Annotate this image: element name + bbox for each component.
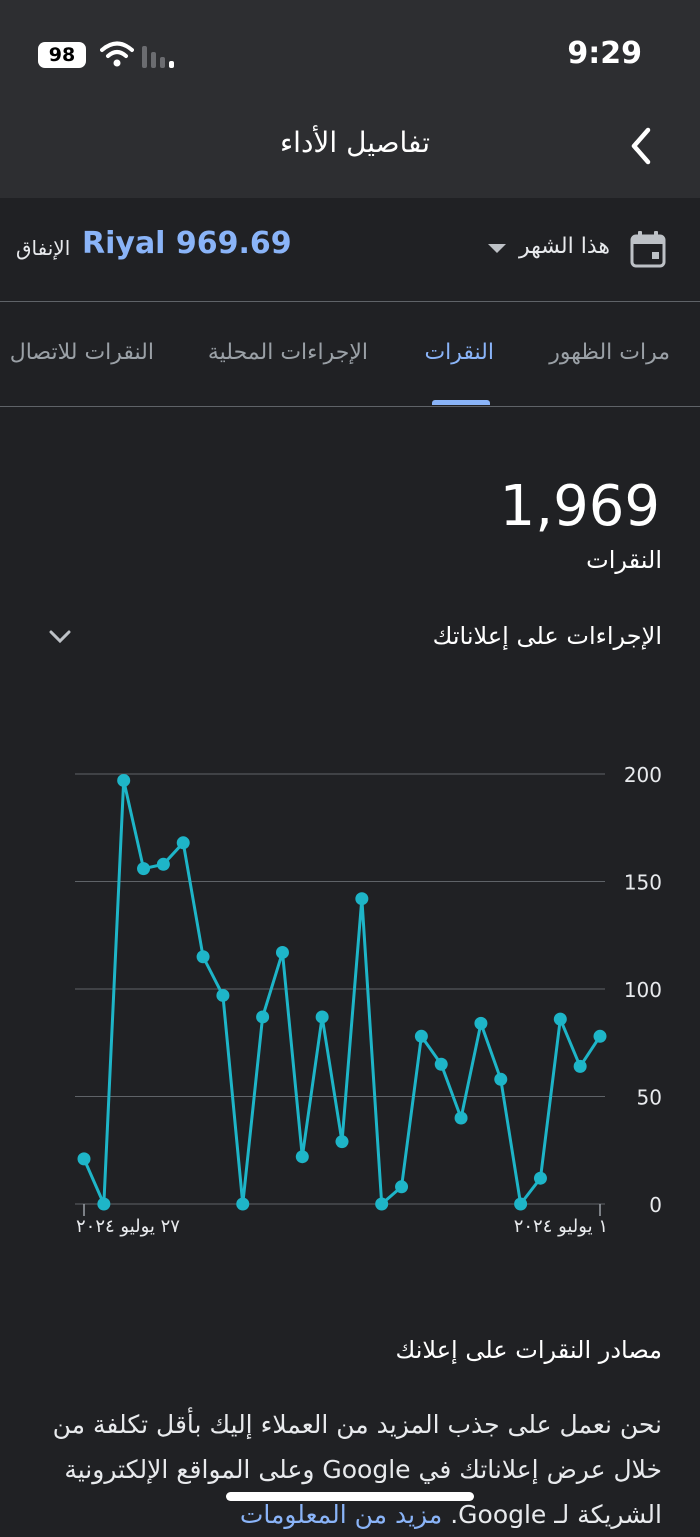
data-point [77,1152,91,1166]
data-point [395,1180,409,1194]
y-tick-label: 200 [624,763,662,787]
x-tick-label-start: ١ يوليو ٢٠٢٤ [514,1216,608,1237]
battery-icon: 98 [38,42,86,68]
page-title: تفاصيل الأداء [280,126,430,159]
clicks-total: 1,969 [499,474,660,539]
data-point [533,1171,547,1185]
sources-description: نحن نعمل على جذب المزيد من العملاء إليك … [42,1402,662,1537]
spend-value: Riyal 969.69 [82,226,292,261]
clicks-line-chart: 0 50 100 150 200 ١ يوليو ٢٠٢٤ ٢٧ يوليو ٢٠٢٤ [75,763,662,1237]
data-point [137,862,151,876]
tab-calls[interactable]: النقرات للاتصال [10,340,154,365]
chevron-left-icon[interactable] [624,126,660,166]
y-tick-label: 0 [649,1193,662,1217]
data-point [117,773,131,787]
y-tick-label: 100 [624,978,662,1002]
data-point [97,1197,111,1211]
data-point [295,1150,309,1164]
sources-title: مصادر النقرات على إعلانك [395,1336,663,1364]
active-tab-indicator [432,400,490,405]
filter-row: الإنفاق Riyal 969.69 هذا الشهر [0,198,700,302]
dropdown-arrow-icon[interactable] [488,244,506,253]
metric-tabs: مرات الظهور النقرات الإجراءات المحلية ال… [0,302,700,407]
data-point [573,1059,587,1073]
data-point [176,836,190,850]
tab-clicks[interactable]: النقرات [424,340,494,365]
calendar-icon[interactable] [630,230,666,268]
home-indicator [226,1492,474,1501]
data-point [375,1197,389,1211]
learn-more-link[interactable]: مزيد من المعلومات [240,1500,442,1529]
data-point [494,1072,508,1086]
y-tick-label: 50 [637,1086,662,1110]
chevron-down-icon[interactable] [48,628,72,646]
data-point [196,950,210,964]
period-selector[interactable]: هذا الشهر [519,234,610,259]
wifi-icon [100,41,134,67]
data-point [434,1057,448,1071]
data-point [414,1029,428,1043]
data-point [216,988,230,1002]
clicks-label: النقرات [586,546,662,574]
actions-section-label[interactable]: الإجراءات على إعلاناتك [433,622,662,650]
data-point [355,892,369,906]
spend-label: الإنفاق [16,236,71,260]
data-point [454,1111,468,1125]
status-time: 9:29 [567,36,642,71]
data-point [593,1029,607,1043]
y-tick-label: 150 [624,871,662,895]
data-point [156,857,170,871]
data-point [553,1012,567,1026]
data-point [256,1010,270,1024]
data-point [275,945,289,959]
top-bar: 98 9:29 تفاصيل الأداء [0,0,700,198]
data-point [315,1010,329,1024]
data-point [474,1016,488,1030]
x-tick-label-end: ٢٧ يوليو ٢٠٢٤ [76,1216,180,1237]
data-point [514,1197,528,1211]
data-point [236,1197,250,1211]
data-point [335,1135,349,1149]
tab-impressions[interactable]: مرات الظهور [549,340,670,365]
tab-local-actions[interactable]: الإجراءات المحلية [208,340,368,365]
signal-icon [142,46,174,68]
